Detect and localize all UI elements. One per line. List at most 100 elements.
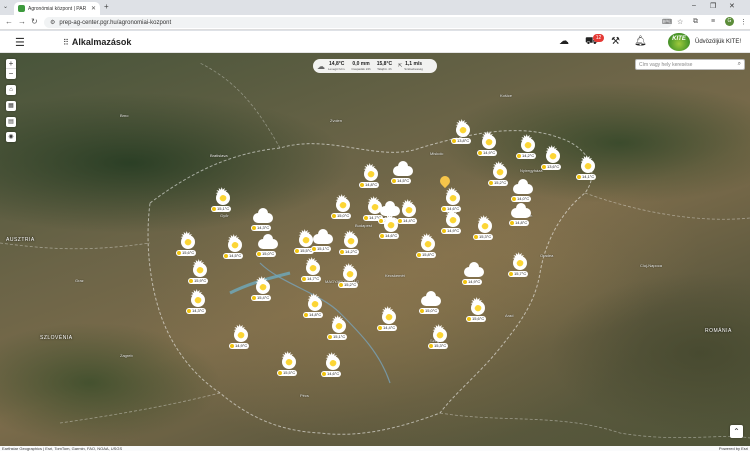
- scroll-up-icon[interactable]: ⌃: [730, 425, 743, 438]
- country-label: SZLOVÉNIA: [40, 335, 73, 341]
- marker-temperature: 15,8°C: [416, 252, 437, 258]
- sunny-weather-marker[interactable]: 14,6°C: [378, 214, 404, 240]
- sunny-weather-marker[interactable]: 14,7°C: [300, 257, 326, 283]
- marker-temperature: 13,6°C: [541, 164, 562, 170]
- marker-temperature: 14,2°C: [339, 249, 360, 255]
- sunny-weather-marker[interactable]: 15,1°C: [210, 187, 236, 213]
- marker-temperature: 15,6°C: [466, 316, 487, 322]
- sunny-weather-marker[interactable]: 14,3°C: [185, 289, 211, 315]
- cloud-download-icon[interactable]: ☁: [559, 36, 569, 47]
- sunny-weather-marker[interactable]: 14,2°C: [515, 134, 541, 160]
- sunny-weather-marker[interactable]: 14,5°C: [222, 234, 248, 260]
- marker-temperature: 14,8°C: [509, 220, 530, 226]
- extensions-icon[interactable]: ⧉: [693, 18, 698, 26]
- sunny-weather-marker[interactable]: 15,8°C: [415, 233, 441, 259]
- sunny-weather-marker[interactable]: 14,6°C: [320, 352, 346, 378]
- cloudy-weather-marker[interactable]: 14,3°C: [250, 208, 276, 232]
- sunny-weather-marker[interactable]: 15,5°C: [276, 351, 302, 377]
- sunny-weather-marker[interactable]: 14,9°C: [476, 131, 502, 157]
- marker-temperature: 15,4°C: [251, 295, 272, 301]
- back-icon[interactable]: ←: [5, 17, 13, 26]
- search-icon[interactable]: ⌕: [738, 61, 741, 68]
- satellite-map[interactable]: AUSZTRIA SZLOVÉNIA ROMÁNIA Bratislava Br…: [0, 53, 750, 446]
- sunny-weather-marker[interactable]: 15,3°C: [427, 324, 453, 350]
- sun-icon: [343, 230, 358, 248]
- sun-icon: [342, 263, 357, 281]
- site-info-icon[interactable]: ⚙: [50, 19, 55, 26]
- close-window-icon[interactable]: ✕: [729, 2, 735, 10]
- wind-direction-icon: ⇱: [398, 63, 403, 69]
- sun-icon: [233, 324, 248, 342]
- sunny-weather-marker[interactable]: 15,6°C: [175, 231, 201, 257]
- sunny-weather-marker[interactable]: 15,1°C: [326, 315, 352, 341]
- sun-icon: [512, 252, 527, 270]
- sunny-weather-marker[interactable]: 13,6°C: [540, 145, 566, 171]
- sunny-weather-marker[interactable]: 15,6°C: [465, 297, 491, 323]
- zoom-out-icon[interactable]: −: [6, 69, 16, 79]
- marker-temperature: 15,5°C: [277, 370, 298, 376]
- powered-by[interactable]: Powered by Esri: [719, 446, 748, 451]
- sunny-weather-marker[interactable]: 14,8°C: [302, 293, 328, 319]
- cloudy-weather-marker[interactable]: 14,0°C: [510, 179, 536, 203]
- browser-menu-icon[interactable]: ⋮: [740, 18, 747, 26]
- address-bar[interactable]: ⚙ prep-ag-center.pgr.hu/agronomiai-kozpo…: [44, 17, 672, 28]
- sunny-weather-marker[interactable]: 14,8°C: [358, 163, 384, 189]
- cloudy-weather-marker[interactable]: 15,0°C: [418, 291, 444, 315]
- tab-close-icon[interactable]: ✕: [91, 5, 96, 12]
- sun-icon: [325, 352, 340, 370]
- marker-temperature: 14,6°C: [321, 371, 342, 377]
- sun-icon: [445, 187, 460, 205]
- search-input[interactable]: [639, 61, 729, 69]
- marker-temperature: 14,4°C: [377, 325, 398, 331]
- attribution-text: Earthstar Geographics | Esri, TomTom, Ga…: [2, 446, 123, 451]
- forward-icon[interactable]: →: [18, 17, 26, 26]
- sunny-weather-marker[interactable]: 14,9°C: [228, 324, 254, 350]
- profile-avatar[interactable]: G: [725, 17, 734, 26]
- browser-tab[interactable]: Agronómiai központ | PAR ✕: [14, 2, 100, 15]
- sunny-weather-marker[interactable]: 14,2°C: [338, 230, 364, 256]
- new-tab-icon[interactable]: +: [104, 2, 109, 11]
- cloudy-weather-marker[interactable]: 15,1°C: [310, 229, 336, 253]
- cloudy-weather-marker[interactable]: 14,5°C: [390, 161, 416, 185]
- user-greeting[interactable]: Üdvözöljük KITE!: [695, 39, 741, 45]
- zoom-in-icon[interactable]: +: [6, 59, 16, 69]
- sun-icon: [335, 194, 350, 212]
- cloudy-weather-marker[interactable]: 14,9°C: [461, 262, 487, 286]
- reload-icon[interactable]: ↻: [31, 17, 38, 26]
- sunny-weather-marker[interactable]: 15,4°C: [250, 276, 276, 302]
- location-pin-icon[interactable]: [440, 176, 450, 190]
- map-layers-icon[interactable]: ▦: [6, 101, 16, 111]
- sunny-weather-marker[interactable]: 15,9°C: [187, 259, 213, 285]
- sunny-weather-marker[interactable]: 15,7°C: [507, 252, 533, 278]
- sunny-weather-marker[interactable]: 14,9°C: [440, 209, 466, 235]
- minimize-icon[interactable]: –: [692, 2, 696, 9]
- weather-summary[interactable]: ☁ 14,8°C Levegő hőm. 0,0 mm Csapadék 24h…: [313, 59, 437, 73]
- translate-icon[interactable]: ⌨: [662, 18, 672, 26]
- tractor-icon[interactable]: ⚒: [611, 36, 620, 47]
- marker-temperature: 15,0°C: [419, 308, 440, 314]
- sunny-weather-marker[interactable]: 13,8°C: [450, 119, 476, 145]
- cloud-icon: [253, 208, 273, 223]
- sunny-weather-marker[interactable]: 15,2°C: [337, 263, 363, 289]
- cloudy-weather-marker[interactable]: 15,0°C: [255, 234, 281, 258]
- bell-icon[interactable]: 🔔︎: [634, 36, 647, 47]
- basemap-icon[interactable]: ▤: [6, 117, 16, 127]
- sunny-weather-marker[interactable]: 15,3°C: [472, 215, 498, 241]
- hamburger-menu-icon[interactable]: ☰: [15, 36, 25, 49]
- sunny-weather-marker[interactable]: 14,4°C: [376, 306, 402, 332]
- bookmark-star-icon[interactable]: ☆: [677, 18, 683, 26]
- home-icon[interactable]: ⌂: [6, 85, 16, 95]
- favicon-icon: [18, 5, 25, 12]
- sun-icon: [255, 276, 270, 294]
- apps-button[interactable]: ⠿ Alkalmazások: [63, 37, 131, 47]
- sidepanel-icon[interactable]: ≡: [711, 18, 715, 25]
- screenshot-icon[interactable]: ◉: [6, 132, 16, 142]
- cloudy-weather-marker[interactable]: 14,8°C: [508, 203, 534, 227]
- place-label: Zagreb: [120, 353, 133, 358]
- place-label: Kecskemét: [385, 273, 405, 278]
- maximize-icon[interactable]: ❐: [710, 2, 716, 10]
- sunny-weather-marker[interactable]: 15,0°C: [330, 194, 356, 220]
- sun-icon: [477, 215, 492, 233]
- tab-search-icon[interactable]: ⌄: [3, 3, 8, 10]
- sunny-weather-marker[interactable]: 14,1°C: [575, 155, 601, 181]
